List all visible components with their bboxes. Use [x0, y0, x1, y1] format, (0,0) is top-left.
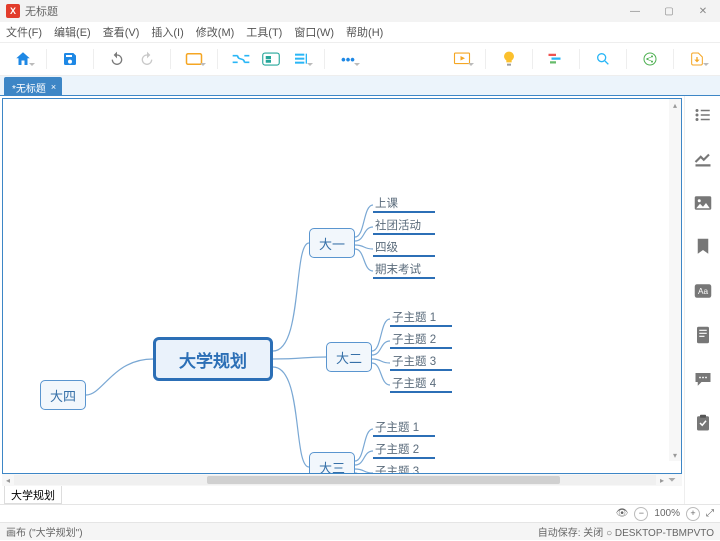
sub-topic[interactable]: 子主题 4: [390, 375, 452, 393]
zoom-fit-button[interactable]: ⤢: [706, 508, 714, 519]
central-topic[interactable]: 大学规划: [153, 337, 273, 381]
canvas-area: 大学规划 大四 大一 上课 社团活动 四级 期末考试 大二 子主题 1 子主题 …: [0, 96, 684, 504]
text-panel-button[interactable]: Aa: [692, 280, 714, 302]
sub-topic[interactable]: 子主题 2: [373, 441, 435, 459]
menu-bar: 文件(F) 编辑(E) 查看(V) 插入(I) 修改(M) 工具(T) 窗口(W…: [0, 22, 720, 42]
format-panel-button[interactable]: [692, 148, 714, 170]
separator: [485, 49, 486, 69]
boundary-button[interactable]: [258, 46, 284, 72]
gantt-button[interactable]: [543, 46, 569, 72]
save-button[interactable]: [57, 46, 83, 72]
side-panel: Aa: [684, 96, 720, 504]
separator: [93, 49, 94, 69]
summary-button[interactable]: [288, 46, 314, 72]
status-right: 自动保存: 关闭 ○ DESKTOP-TBMPVTO: [538, 524, 714, 539]
main-topic-d3[interactable]: 大三: [309, 452, 355, 474]
image-panel-button[interactable]: [692, 192, 714, 214]
svg-text:Aa: Aa: [697, 287, 708, 296]
export-button[interactable]: [684, 46, 710, 72]
sub-topic[interactable]: 子主题 2: [390, 331, 452, 349]
menu-insert[interactable]: 插入(I): [151, 24, 183, 40]
redo-button[interactable]: [134, 46, 160, 72]
status-bar: 画布 ("大学规划") 自动保存: 关闭 ○ DESKTOP-TBMPVTO: [0, 522, 720, 540]
toolbar: •••: [0, 42, 720, 76]
main-topic-d4[interactable]: 大四: [40, 380, 86, 410]
horizontal-scrollbar[interactable]: ◂ ▸ ⏷: [2, 474, 682, 486]
sub-topic[interactable]: 子主题 1: [373, 419, 435, 437]
sub-topic[interactable]: 子主题 3: [373, 463, 435, 474]
sub-topic[interactable]: 子主题 3: [390, 353, 452, 371]
share-button[interactable]: [637, 46, 663, 72]
status-left: 画布 ("大学规划"): [6, 524, 83, 539]
present-button[interactable]: [449, 46, 475, 72]
separator: [324, 49, 325, 69]
vertical-scrollbar[interactable]: ▴ ▾: [669, 99, 681, 461]
sub-topic[interactable]: 子主题 1: [390, 309, 452, 327]
overview-icon[interactable]: 👁: [616, 508, 629, 519]
separator: [217, 49, 218, 69]
tab-close-icon[interactable]: ×: [51, 82, 56, 92]
scroll-left-icon[interactable]: ◂: [2, 474, 14, 486]
home-button[interactable]: [10, 46, 36, 72]
scroll-down-icon[interactable]: ▾: [669, 449, 681, 461]
notes-panel-button[interactable]: [692, 324, 714, 346]
undo-button[interactable]: [104, 46, 130, 72]
sub-topic[interactable]: 期末考试: [373, 261, 435, 279]
relationship-button[interactable]: [228, 46, 254, 72]
window-title: 无标题: [25, 3, 58, 19]
menu-modify[interactable]: 修改(M): [196, 24, 235, 40]
menu-edit[interactable]: 编辑(E): [54, 24, 91, 40]
sub-topic[interactable]: 上课: [373, 195, 435, 213]
zoom-value[interactable]: 100%: [654, 508, 680, 519]
menu-file[interactable]: 文件(F): [6, 24, 42, 40]
separator: [673, 49, 674, 69]
document-tab[interactable]: *无标题 ×: [4, 77, 62, 95]
app-icon: X: [6, 4, 20, 18]
filter-icon[interactable]: ⏷: [668, 475, 676, 486]
topic-button[interactable]: [181, 46, 207, 72]
idea-button[interactable]: [496, 46, 522, 72]
scroll-track[interactable]: [14, 475, 656, 485]
title-bar: X 无标题 — ▢ ✕: [0, 0, 720, 22]
marker-panel-button[interactable]: [692, 236, 714, 258]
sheet-tab[interactable]: 大学规划: [4, 486, 62, 504]
sub-topic[interactable]: 四级: [373, 239, 435, 257]
outline-panel-button[interactable]: [692, 104, 714, 126]
zoom-out-button[interactable]: −: [634, 507, 648, 521]
more-button[interactable]: •••: [335, 46, 361, 72]
menu-help[interactable]: 帮助(H): [346, 24, 383, 40]
separator: [626, 49, 627, 69]
sub-topic[interactable]: 社团活动: [373, 217, 435, 235]
tab-label: *无标题: [12, 80, 46, 95]
mindmap-canvas[interactable]: 大学规划 大四 大一 上课 社团活动 四级 期末考试 大二 子主题 1 子主题 …: [2, 98, 682, 474]
main-topic-d1[interactable]: 大一: [309, 228, 355, 258]
search-button[interactable]: [590, 46, 616, 72]
window-maximize-button[interactable]: ▢: [652, 0, 686, 22]
main-topic-d2[interactable]: 大二: [326, 342, 372, 372]
separator: [532, 49, 533, 69]
scroll-right-icon[interactable]: ▸: [656, 474, 668, 486]
separator: [46, 49, 47, 69]
window-minimize-button[interactable]: —: [618, 0, 652, 22]
document-tab-strip: *无标题 ×: [0, 76, 720, 96]
zoom-bar: 👁 − 100% + ⤢: [0, 504, 720, 522]
menu-view[interactable]: 查看(V): [103, 24, 140, 40]
separator: [170, 49, 171, 69]
zoom-in-button[interactable]: +: [686, 507, 700, 521]
comments-panel-button[interactable]: [692, 368, 714, 390]
separator: [579, 49, 580, 69]
connector-lines: [3, 99, 682, 474]
workspace: 大学规划 大四 大一 上课 社团活动 四级 期末考试 大二 子主题 1 子主题 …: [0, 96, 720, 504]
menu-window[interactable]: 窗口(W): [294, 24, 334, 40]
menu-tools[interactable]: 工具(T): [246, 24, 282, 40]
task-panel-button[interactable]: [692, 412, 714, 434]
scroll-thumb[interactable]: [207, 476, 560, 484]
window-close-button[interactable]: ✕: [686, 0, 720, 22]
scroll-up-icon[interactable]: ▴: [669, 99, 681, 111]
